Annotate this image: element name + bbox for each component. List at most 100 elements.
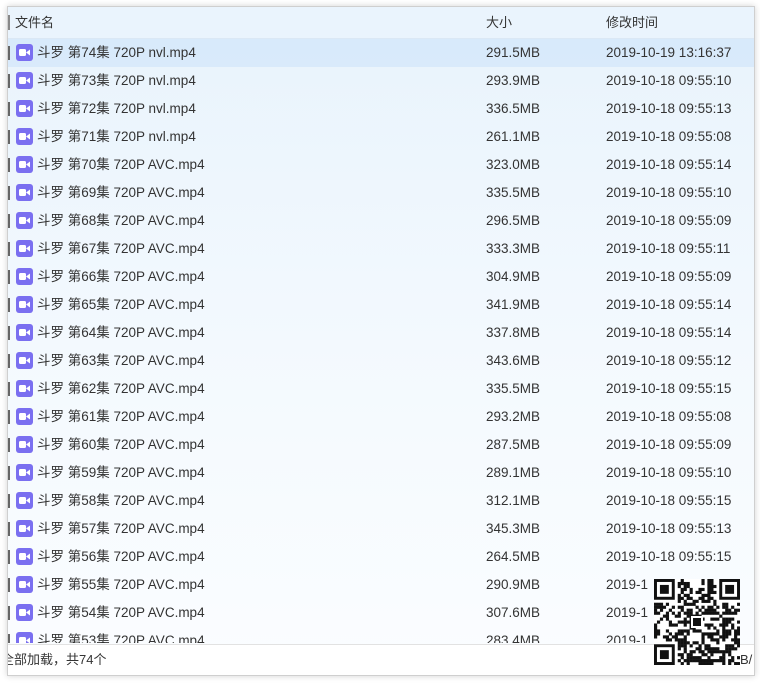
status-bar: 全部加载，共74个 B/	[8, 644, 754, 675]
file-row[interactable]: 斗罗 第62集 720P AVC.mp4 335.5MB 2019-10-18 09…	[8, 375, 754, 403]
file-size: 293.2MB	[486, 409, 541, 424]
file-size: 289.1MB	[486, 465, 541, 480]
file-modified-time: 2019-10-18 09:55:15	[606, 381, 732, 396]
file-modified-time: 2019-10-18 09:55:10	[606, 73, 732, 88]
row-edge-marker	[8, 326, 10, 340]
video-file-icon	[16, 436, 33, 453]
row-edge-marker	[8, 522, 10, 536]
file-size: 290.9MB	[486, 577, 541, 592]
file-name: 斗罗 第61集 720P AVC.mp4	[37, 409, 205, 424]
row-edge-marker	[8, 102, 10, 116]
row-edge-marker	[8, 298, 10, 312]
file-size: 283.4MB	[486, 633, 541, 643]
column-header-size[interactable]: 大小	[486, 7, 512, 38]
file-row[interactable]: 斗罗 第65集 720P AVC.mp4 341.9MB 2019-10-18 09…	[8, 291, 754, 319]
list-header: 文件名 大小 修改时间	[8, 7, 754, 39]
row-edge-marker	[8, 438, 10, 452]
file-row[interactable]: 斗罗 第55集 720P AVC.mp4 290.9MB 2019-1	[8, 571, 754, 599]
file-list[interactable]: 斗罗 第74集 720P nvl.mp4 291.5MB 2019-10-19 13…	[8, 39, 754, 643]
file-name: 斗罗 第70集 720P AVC.mp4	[37, 157, 205, 172]
file-size: 336.5MB	[486, 101, 541, 116]
file-name: 斗罗 第67集 720P AVC.mp4	[37, 241, 205, 256]
file-row[interactable]: 斗罗 第70集 720P AVC.mp4 323.0MB 2019-10-18 09…	[8, 151, 754, 179]
row-edge-marker	[8, 382, 10, 396]
file-row[interactable]: 斗罗 第73集 720P nvl.mp4 293.9MB 2019-10-18 09…	[8, 67, 754, 95]
file-size: 323.0MB	[486, 157, 541, 172]
file-name: 斗罗 第65集 720P AVC.mp4	[37, 297, 205, 312]
video-file-icon	[16, 520, 33, 537]
row-edge-marker	[8, 550, 10, 564]
file-size: 304.9MB	[486, 269, 541, 284]
file-modified-time: 2019-10-18 09:55:08	[606, 409, 732, 424]
file-size: 293.9MB	[486, 73, 541, 88]
video-file-icon	[16, 548, 33, 565]
row-edge-marker	[8, 130, 10, 144]
video-file-icon	[16, 268, 33, 285]
video-file-icon	[16, 184, 33, 201]
video-file-icon	[16, 380, 33, 397]
file-modified-time: 2019-10-18 09:55:14	[606, 297, 732, 312]
file-name: 斗罗 第63集 720P AVC.mp4	[37, 353, 205, 368]
file-name: 斗罗 第68集 720P AVC.mp4	[37, 213, 205, 228]
file-row[interactable]: 斗罗 第66集 720P AVC.mp4 304.9MB 2019-10-18 09…	[8, 263, 754, 291]
video-file-icon	[16, 44, 33, 61]
file-row[interactable]: 斗罗 第58集 720P AVC.mp4 312.1MB 2019-10-18 09…	[8, 487, 754, 515]
column-header-name[interactable]: 文件名	[15, 7, 54, 38]
file-modified-time: 2019-10-18 09:55:08	[606, 129, 732, 144]
video-file-icon	[16, 324, 33, 341]
file-row[interactable]: 斗罗 第57集 720P AVC.mp4 345.3MB 2019-10-18 09…	[8, 515, 754, 543]
file-modified-time: 2019-10-18 09:55:12	[606, 353, 732, 368]
file-name: 斗罗 第57集 720P AVC.mp4	[37, 521, 205, 536]
file-row[interactable]: 斗罗 第60集 720P AVC.mp4 287.5MB 2019-10-18 09…	[8, 431, 754, 459]
row-edge-marker	[8, 242, 10, 256]
file-row[interactable]: 斗罗 第53集 720P AVC.mp4 283.4MB 2019-1	[8, 627, 754, 643]
video-file-icon	[16, 464, 33, 481]
file-name: 斗罗 第60集 720P AVC.mp4	[37, 437, 205, 452]
file-modified-time: 2019-1	[606, 605, 649, 620]
file-size: 341.9MB	[486, 297, 541, 312]
file-modified-time: 2019-10-18 09:55:14	[606, 325, 732, 340]
column-header-modified-time[interactable]: 修改时间	[606, 7, 658, 38]
qr-code-icon	[654, 579, 741, 666]
file-row[interactable]: 斗罗 第72集 720P nvl.mp4 336.5MB 2019-10-18 09…	[8, 95, 754, 123]
file-modified-time: 2019-10-18 09:55:09	[606, 269, 732, 284]
file-row[interactable]: 斗罗 第63集 720P AVC.mp4 343.6MB 2019-10-18 09…	[8, 347, 754, 375]
column-separator[interactable]	[8, 15, 10, 30]
row-edge-marker	[8, 634, 10, 643]
file-size: 291.5MB	[486, 45, 541, 60]
file-size: 261.1MB	[486, 129, 541, 144]
status-right-text: B/	[740, 652, 753, 667]
file-row[interactable]: 斗罗 第67集 720P AVC.mp4 333.3MB 2019-10-18 09…	[8, 235, 754, 263]
file-row[interactable]: 斗罗 第54集 720P AVC.mp4 307.6MB 2019-1	[8, 599, 754, 627]
file-row[interactable]: 斗罗 第56集 720P AVC.mp4 264.5MB 2019-10-18 09…	[8, 543, 754, 571]
row-edge-marker	[8, 578, 10, 592]
file-size: 287.5MB	[486, 437, 541, 452]
video-file-icon	[16, 128, 33, 145]
row-edge-marker	[8, 606, 10, 620]
file-name: 斗罗 第59集 720P AVC.mp4	[37, 465, 205, 480]
file-name: 斗罗 第62集 720P AVC.mp4	[37, 381, 205, 396]
file-name: 斗罗 第56集 720P AVC.mp4	[37, 549, 205, 564]
file-row[interactable]: 斗罗 第71集 720P nvl.mp4 261.1MB 2019-10-18 09…	[8, 123, 754, 151]
file-row[interactable]: 斗罗 第68集 720P AVC.mp4 296.5MB 2019-10-18 09…	[8, 207, 754, 235]
file-row[interactable]: 斗罗 第64集 720P AVC.mp4 337.8MB 2019-10-18 09…	[8, 319, 754, 347]
file-modified-time: 2019-10-18 09:55:10	[606, 185, 732, 200]
file-size: 312.1MB	[486, 493, 541, 508]
file-list-window: 文件名 大小 修改时间 斗罗 第74集 720P nvl.mp4 291.5MB 2…	[7, 6, 755, 676]
row-edge-marker	[8, 214, 10, 228]
file-row[interactable]: 斗罗 第69集 720P AVC.mp4 335.5MB 2019-10-18 09…	[8, 179, 754, 207]
row-edge-marker	[8, 270, 10, 284]
video-file-icon	[16, 240, 33, 257]
file-row[interactable]: 斗罗 第74集 720P nvl.mp4 291.5MB 2019-10-19 13…	[8, 39, 754, 67]
file-row[interactable]: 斗罗 第59集 720P AVC.mp4 289.1MB 2019-10-18 09…	[8, 459, 754, 487]
row-edge-marker	[8, 410, 10, 424]
file-modified-time: 2019-1	[606, 577, 649, 592]
video-file-icon	[16, 604, 33, 621]
video-file-icon	[16, 296, 33, 313]
file-name: 斗罗 第69集 720P AVC.mp4	[37, 185, 205, 200]
video-file-icon	[16, 352, 33, 369]
file-modified-time: 2019-10-18 09:55:10	[606, 465, 732, 480]
file-row[interactable]: 斗罗 第61集 720P AVC.mp4 293.2MB 2019-10-18 09…	[8, 403, 754, 431]
row-edge-marker	[8, 494, 10, 508]
video-file-icon	[16, 212, 33, 229]
